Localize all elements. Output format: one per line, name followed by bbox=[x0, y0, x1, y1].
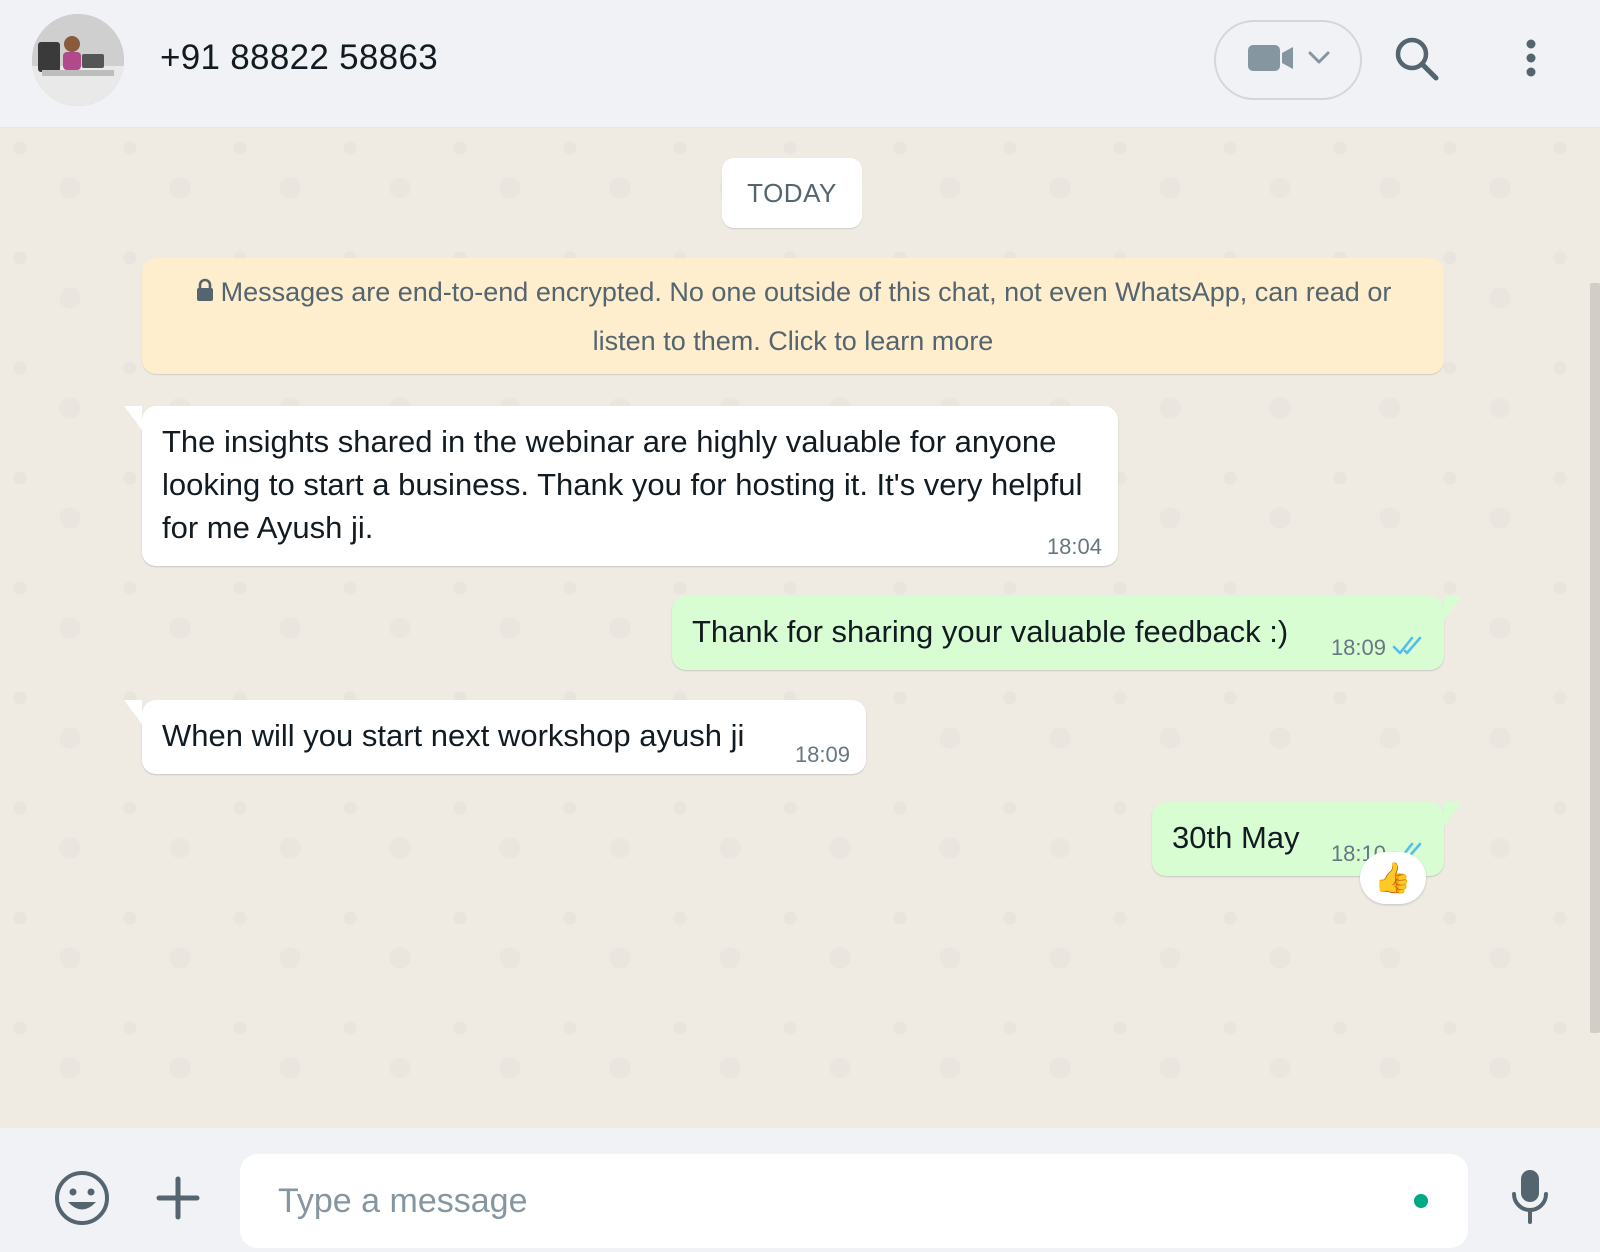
video-camera-icon bbox=[1246, 42, 1296, 79]
encryption-notice-text: Messages are end-to-end encrypted. No on… bbox=[220, 277, 1392, 356]
message-text: Thank for sharing your valuable feedback… bbox=[692, 614, 1289, 649]
message-meta: 18:09 bbox=[795, 744, 850, 766]
whatsapp-chat-window: +91 88822 58863 TODAY Messages are end-t… bbox=[0, 0, 1600, 1252]
message-reaction[interactable]: 👍 bbox=[1360, 852, 1426, 904]
lock-icon bbox=[195, 269, 215, 317]
message-incoming[interactable]: When will you start next workshop ayush … bbox=[124, 700, 866, 774]
menu-button[interactable] bbox=[1510, 34, 1552, 86]
voice-message-button[interactable] bbox=[1508, 1168, 1552, 1230]
message-input-box[interactable] bbox=[240, 1154, 1468, 1248]
message-time: 18:09 bbox=[794, 742, 850, 767]
encryption-notice[interactable]: Messages are end-to-end encrypted. No on… bbox=[142, 258, 1444, 374]
emoji-button[interactable] bbox=[52, 1170, 112, 1230]
message-text: 30th May bbox=[1172, 820, 1300, 855]
message-text: The insights shared in the webinar are h… bbox=[162, 424, 1083, 545]
kebab-menu-icon bbox=[1524, 38, 1538, 83]
message-list[interactable]: TODAY Messages are end-to-end encrypted.… bbox=[0, 128, 1600, 1128]
scrollbar[interactable] bbox=[1590, 283, 1600, 1033]
message-incoming[interactable]: The insights shared in the webinar are h… bbox=[124, 406, 1118, 566]
microphone-icon bbox=[1510, 1168, 1550, 1231]
status-dot bbox=[1414, 1194, 1428, 1208]
contact-avatar[interactable] bbox=[32, 14, 124, 106]
search-button[interactable] bbox=[1390, 34, 1442, 86]
message-input[interactable] bbox=[278, 1181, 1358, 1221]
smiley-icon bbox=[53, 1169, 111, 1232]
message-text: When will you start next workshop ayush … bbox=[162, 718, 745, 753]
chat-header: +91 88822 58863 bbox=[0, 0, 1600, 128]
chevron-down-icon bbox=[1308, 51, 1330, 70]
video-call-button[interactable] bbox=[1214, 20, 1362, 100]
message-meta: 18:09 bbox=[1331, 634, 1428, 662]
attach-button[interactable] bbox=[150, 1172, 206, 1228]
plus-icon bbox=[156, 1176, 200, 1225]
message-time: 18:09 bbox=[1330, 635, 1386, 660]
message-meta: 18:04 bbox=[1047, 536, 1102, 558]
message-time: 18:04 bbox=[1046, 534, 1102, 559]
message-outgoing[interactable]: Thank for sharing your valuable feedback… bbox=[672, 596, 1462, 670]
search-icon bbox=[1393, 35, 1439, 86]
date-divider: TODAY bbox=[722, 158, 862, 228]
double-check-icon bbox=[1392, 634, 1428, 662]
contact-name[interactable]: +91 88822 58863 bbox=[160, 38, 438, 78]
avatar-photo bbox=[32, 14, 124, 106]
